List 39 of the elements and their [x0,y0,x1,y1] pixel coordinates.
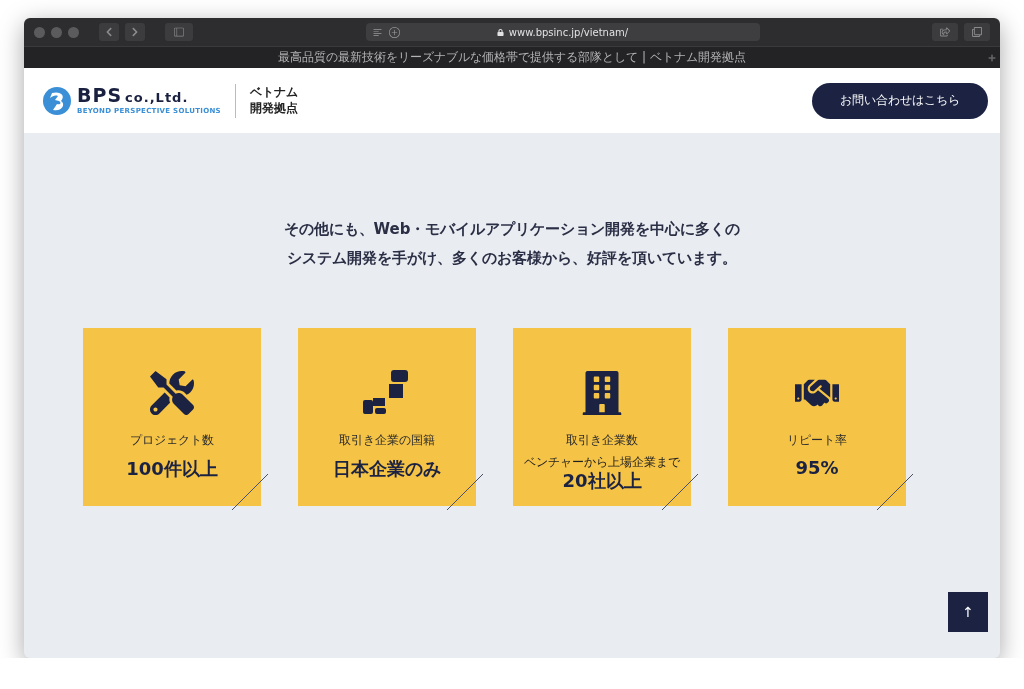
stat-value: 20社以上 [562,469,642,494]
stat-value: 100件以上 [126,457,218,481]
back-to-top-button[interactable]: ↑ [948,592,988,632]
corner-line [446,473,484,511]
corner-line [231,473,269,511]
address-bar[interactable]: www.bpsinc.jp/vietnam/ [365,23,760,41]
logo-text: BPS co.,Ltd. [77,86,190,105]
back-button[interactable] [99,23,119,41]
stat-label: プロジェクト数 [130,432,214,449]
building-icon [580,371,624,415]
tools-icon [150,371,194,415]
stat-label: リピート率 [787,432,847,449]
contact-button[interactable]: お問い合わせはこちら [812,82,988,119]
stat-label: 取引き企業の国籍 [339,432,435,449]
window-dot[interactable] [34,26,45,38]
stat-label: 取引き企業数 [566,432,638,449]
corner-line [876,473,914,511]
forward-icon[interactable] [130,27,140,37]
window-dot[interactable] [51,26,62,38]
forward-button[interactable] [125,23,145,41]
sidebar-button[interactable] [165,23,193,41]
corner-line [661,473,699,511]
stat-value: 日本企業のみ [333,457,441,481]
stat-value: 95% [795,457,839,478]
logo-icon [42,85,72,116]
back-icon[interactable] [104,27,114,37]
share-button[interactable] [932,23,958,41]
share-icon[interactable] [940,27,950,37]
new-tab-icon[interactable] [988,53,996,62]
tabs-button[interactable] [964,23,990,41]
window-dot[interactable] [68,26,79,38]
lock-icon [496,28,504,36]
site-label: ベトナム 開発拠点 [249,84,298,117]
intro-text: その他にも、Web・モバイルアプリケーション開発を中心に多くの システム開発を手がけ、多くのお客様から、好評を頂いています。 [283,219,741,269]
reader-icon[interactable] [371,26,383,38]
add-icon[interactable] [388,26,400,38]
tabs-icon[interactable] [972,27,982,37]
stat-note: ベンチャーから上場企業まで [524,455,680,470]
sidebar-icon[interactable] [174,27,184,37]
